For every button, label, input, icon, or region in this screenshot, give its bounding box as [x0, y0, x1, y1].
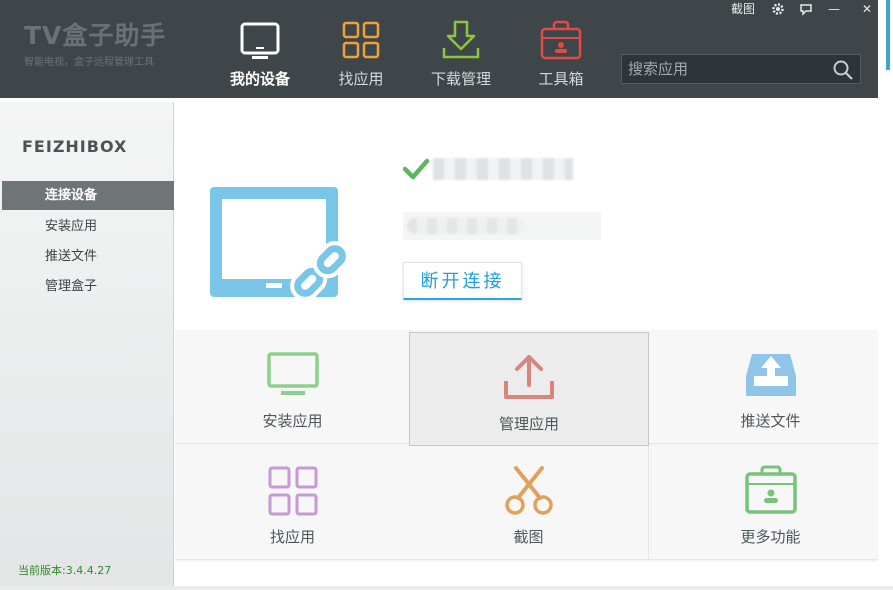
sidebar-item-manage-box[interactable]: 管理盒子 [2, 272, 174, 301]
tile-find-apps[interactable]: 找应用 [175, 446, 411, 560]
briefcase-icon [744, 465, 797, 514]
app-subtitle: 智能电视，盒子远程管理工具 [24, 57, 154, 68]
bottom-border [0, 586, 893, 590]
tv-icon [240, 22, 280, 59]
tile-label: 安装应用 [262, 412, 323, 430]
sidebar-item-connect-device[interactable]: 连接设备 [2, 181, 174, 210]
app-grid-icon [268, 466, 317, 516]
scissors-icon [504, 466, 553, 515]
disconnect-button[interactable]: 断开连接 [403, 262, 522, 300]
tile-label: 推送文件 [740, 412, 801, 430]
device-address-field [403, 212, 601, 240]
top-bar: TV盒子助手 智能电视，盒子远程管理工具 我的设备 找应用 下载管理 工具箱 搜… [0, 0, 893, 98]
version-label: 当前版本:3.4.4.27 [18, 564, 112, 577]
upload-icon [504, 355, 554, 399]
screenshot-button[interactable]: 截图 [728, 0, 758, 18]
tile-manage-apps[interactable]: 管理应用 [409, 332, 649, 446]
sidebar-item-push-files[interactable]: 推送文件 [2, 242, 174, 271]
close-button[interactable]: ✕ [856, 0, 878, 18]
tile-screenshot[interactable]: 截图 [409, 446, 649, 560]
gear-icon [772, 3, 784, 15]
nav-label: 找应用 [338, 70, 384, 88]
tile-label: 截图 [513, 528, 544, 546]
tile-push-files[interactable]: 推送文件 [649, 330, 893, 444]
device-panel: 断开连接 [175, 102, 893, 330]
search-input[interactable] [622, 55, 828, 83]
search-icon[interactable] [832, 59, 854, 81]
feature-grid: 安装应用 管理应用 推送文件 找应用 截图 更多功能 [175, 330, 893, 562]
search-box [621, 54, 861, 84]
app-logo: TV盒子助手 智能电视，盒子远程管理工具 [24, 21, 204, 69]
monitor-icon [266, 352, 319, 395]
app-grid-icon [342, 21, 380, 59]
minimize-button[interactable]: — [824, 0, 844, 18]
nav-label: 下载管理 [430, 70, 491, 88]
sidebar-title: FEIZHIBOX [22, 137, 128, 156]
nav-label: 我的设备 [229, 70, 290, 88]
inbox-push-icon [745, 354, 796, 396]
tile-label: 更多功能 [740, 528, 801, 546]
tile-label: 管理应用 [498, 415, 559, 433]
sidebar-item-install-apps[interactable]: 安装应用 [2, 212, 174, 241]
tile-more-features[interactable]: 更多功能 [649, 446, 893, 560]
nav-my-devices[interactable]: 我的设备 [214, 18, 306, 89]
device-name [433, 158, 573, 180]
tile-label: 找应用 [269, 528, 315, 546]
check-icon [403, 158, 429, 180]
sidebar: FEIZHIBOX 连接设备 安装应用 推送文件 管理盒子 当前版本:3.4.4… [0, 102, 174, 586]
app-title: TV盒子助手 [24, 21, 167, 50]
chat-bubble-icon [800, 4, 812, 16]
window-edge [878, 0, 893, 590]
tile-install-apps[interactable]: 安装应用 [175, 330, 411, 444]
device-address-value [407, 218, 525, 234]
feedback-button[interactable] [796, 0, 816, 18]
nav-download-manager[interactable]: 下载管理 [415, 18, 507, 89]
toolbox-icon [540, 20, 582, 60]
tv-link-icon [210, 187, 350, 301]
nav-label: 工具箱 [538, 70, 584, 88]
download-icon [442, 20, 480, 59]
nav-toolbox[interactable]: 工具箱 [515, 18, 607, 89]
nav-find-apps[interactable]: 找应用 [315, 18, 407, 89]
settings-button[interactable] [768, 0, 788, 18]
